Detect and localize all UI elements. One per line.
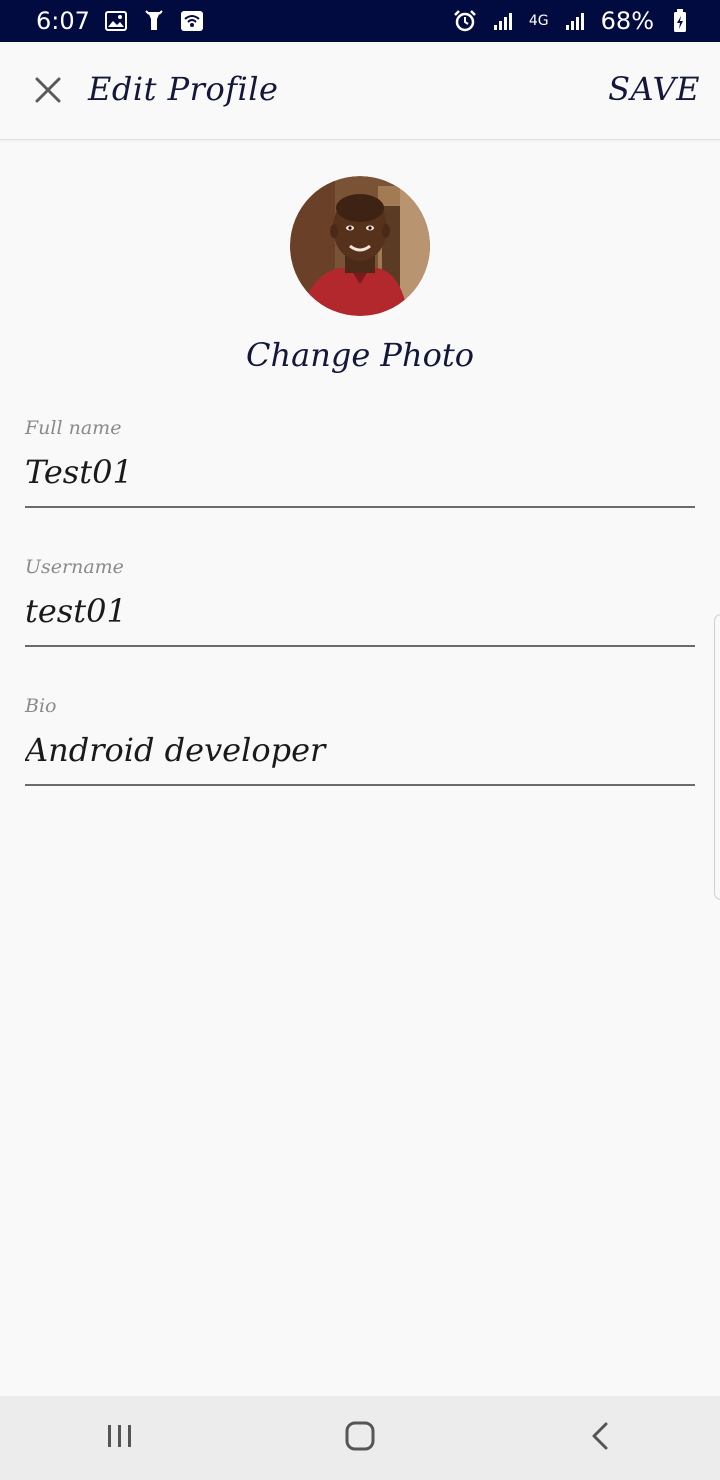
navigation-bar	[0, 1396, 720, 1480]
page-title: Edit Profile	[88, 70, 279, 108]
bio-input[interactable]	[25, 720, 695, 786]
close-button[interactable]	[28, 72, 68, 112]
battery-percent: 68%	[600, 7, 654, 35]
back-icon	[590, 1421, 610, 1455]
network-type: 4G	[528, 13, 549, 29]
status-time: 6:07	[36, 7, 90, 35]
avatar[interactable]	[290, 176, 430, 316]
signal-icon	[563, 9, 587, 33]
change-photo-button[interactable]: Change Photo	[0, 336, 720, 374]
username-label: Username	[25, 556, 124, 578]
app-bar: Edit Profile SAVE	[0, 42, 720, 140]
recents-button[interactable]	[90, 1408, 150, 1468]
alarm-icon	[453, 9, 477, 33]
gallery-icon	[104, 9, 128, 33]
flashlight-icon	[142, 9, 166, 33]
status-bar-right: 4G 68%	[453, 7, 692, 35]
edit-profile-screen: 6:07 4G 68% Edit Profile SAVE Change Pho…	[0, 0, 720, 1480]
signal-icon	[491, 9, 515, 33]
recents-icon	[105, 1423, 135, 1453]
full-name-label: Full name	[25, 417, 122, 439]
back-button[interactable]	[570, 1408, 630, 1468]
full-name-field: Full name	[25, 414, 695, 508]
close-icon	[34, 76, 62, 108]
edge-panel-handle[interactable]	[714, 614, 720, 900]
bio-label: Bio	[25, 695, 57, 717]
status-bar-left: 6:07	[36, 7, 204, 35]
home-icon	[344, 1420, 376, 1456]
bio-field: Bio	[25, 692, 695, 786]
username-input[interactable]	[25, 581, 695, 647]
full-name-input[interactable]	[25, 442, 695, 508]
battery-icon	[668, 9, 692, 33]
home-button[interactable]	[330, 1408, 390, 1468]
wifi-icon	[180, 9, 204, 33]
save-button[interactable]: SAVE	[608, 70, 700, 108]
status-bar: 6:07 4G 68%	[0, 0, 720, 42]
username-field: Username	[25, 553, 695, 647]
